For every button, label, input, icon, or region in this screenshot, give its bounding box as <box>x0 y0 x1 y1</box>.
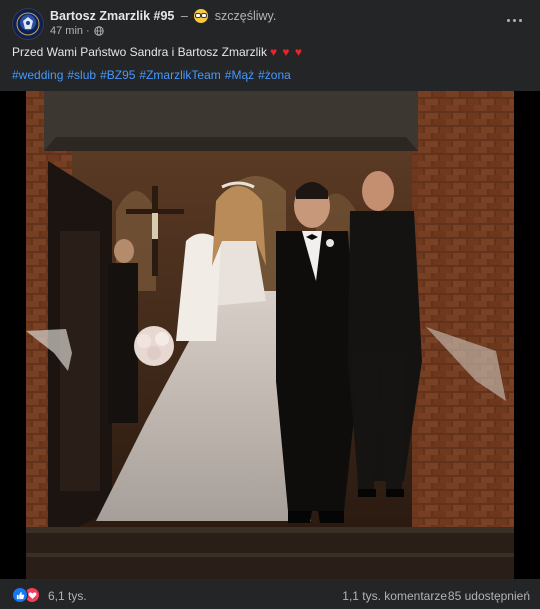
facebook-post: Bartosz Zmarzlik #95 – szczęśliwy. 47 mi… <box>0 0 540 609</box>
dot-icon <box>518 18 522 22</box>
hashtag-link[interactable]: #slub <box>67 68 96 82</box>
hearts-emoji-icon: ♥ ♥ ♥ <box>269 45 304 59</box>
post-caption: Przed Wami Państwo Sandra i Bartosz Zmar… <box>12 45 303 59</box>
sunglasses-emoji-icon <box>194 9 209 23</box>
reaction-count[interactable]: 6,1 tys. <box>48 589 87 603</box>
globe-icon <box>94 26 104 36</box>
shares-count-link[interactable]: 85 udostępnień <box>448 589 530 603</box>
author-name[interactable]: Bartosz Zmarzlik #95 <box>50 9 174 23</box>
post-time[interactable]: 47 min <box>50 25 83 37</box>
dot-icon <box>506 18 510 22</box>
team-logo-icon <box>16 12 40 36</box>
more-options-button[interactable] <box>502 10 526 30</box>
hashtag-link[interactable]: #żona <box>258 68 291 82</box>
dot-icon <box>512 18 516 22</box>
hashtag-list: #wedding #slub #BZ95 #ZmarzlikTeam #Mąż #żona <box>12 68 295 82</box>
hashtag-link[interactable]: #BZ95 <box>100 68 135 82</box>
hashtag-link[interactable]: #Mąż <box>225 68 254 82</box>
caption-text: Przed Wami Państwo Sandra i Bartosz Zmar… <box>12 45 267 59</box>
reaction-icons[interactable] <box>12 587 44 603</box>
reactions-bar: 6,1 tys. 1,1 tys. komentarze 85 udostępn… <box>0 579 540 609</box>
wedding-photo[interactable] <box>26 91 514 579</box>
hashtag-link[interactable]: #ZmarzlikTeam <box>139 68 220 82</box>
meta-separator: · <box>86 25 90 37</box>
author-avatar[interactable] <box>12 8 44 40</box>
hashtag-link[interactable]: #wedding <box>12 68 63 82</box>
photo-container[interactable] <box>0 91 540 579</box>
post-meta: 47 min · <box>50 25 104 37</box>
feeling-separator: – <box>180 9 188 23</box>
author-line: Bartosz Zmarzlik #95 – szczęśliwy. <box>50 9 276 23</box>
comments-count-link[interactable]: 1,1 tys. komentarze <box>342 589 447 603</box>
feeling-text: szczęśliwy. <box>214 9 277 23</box>
like-icon <box>12 587 28 603</box>
